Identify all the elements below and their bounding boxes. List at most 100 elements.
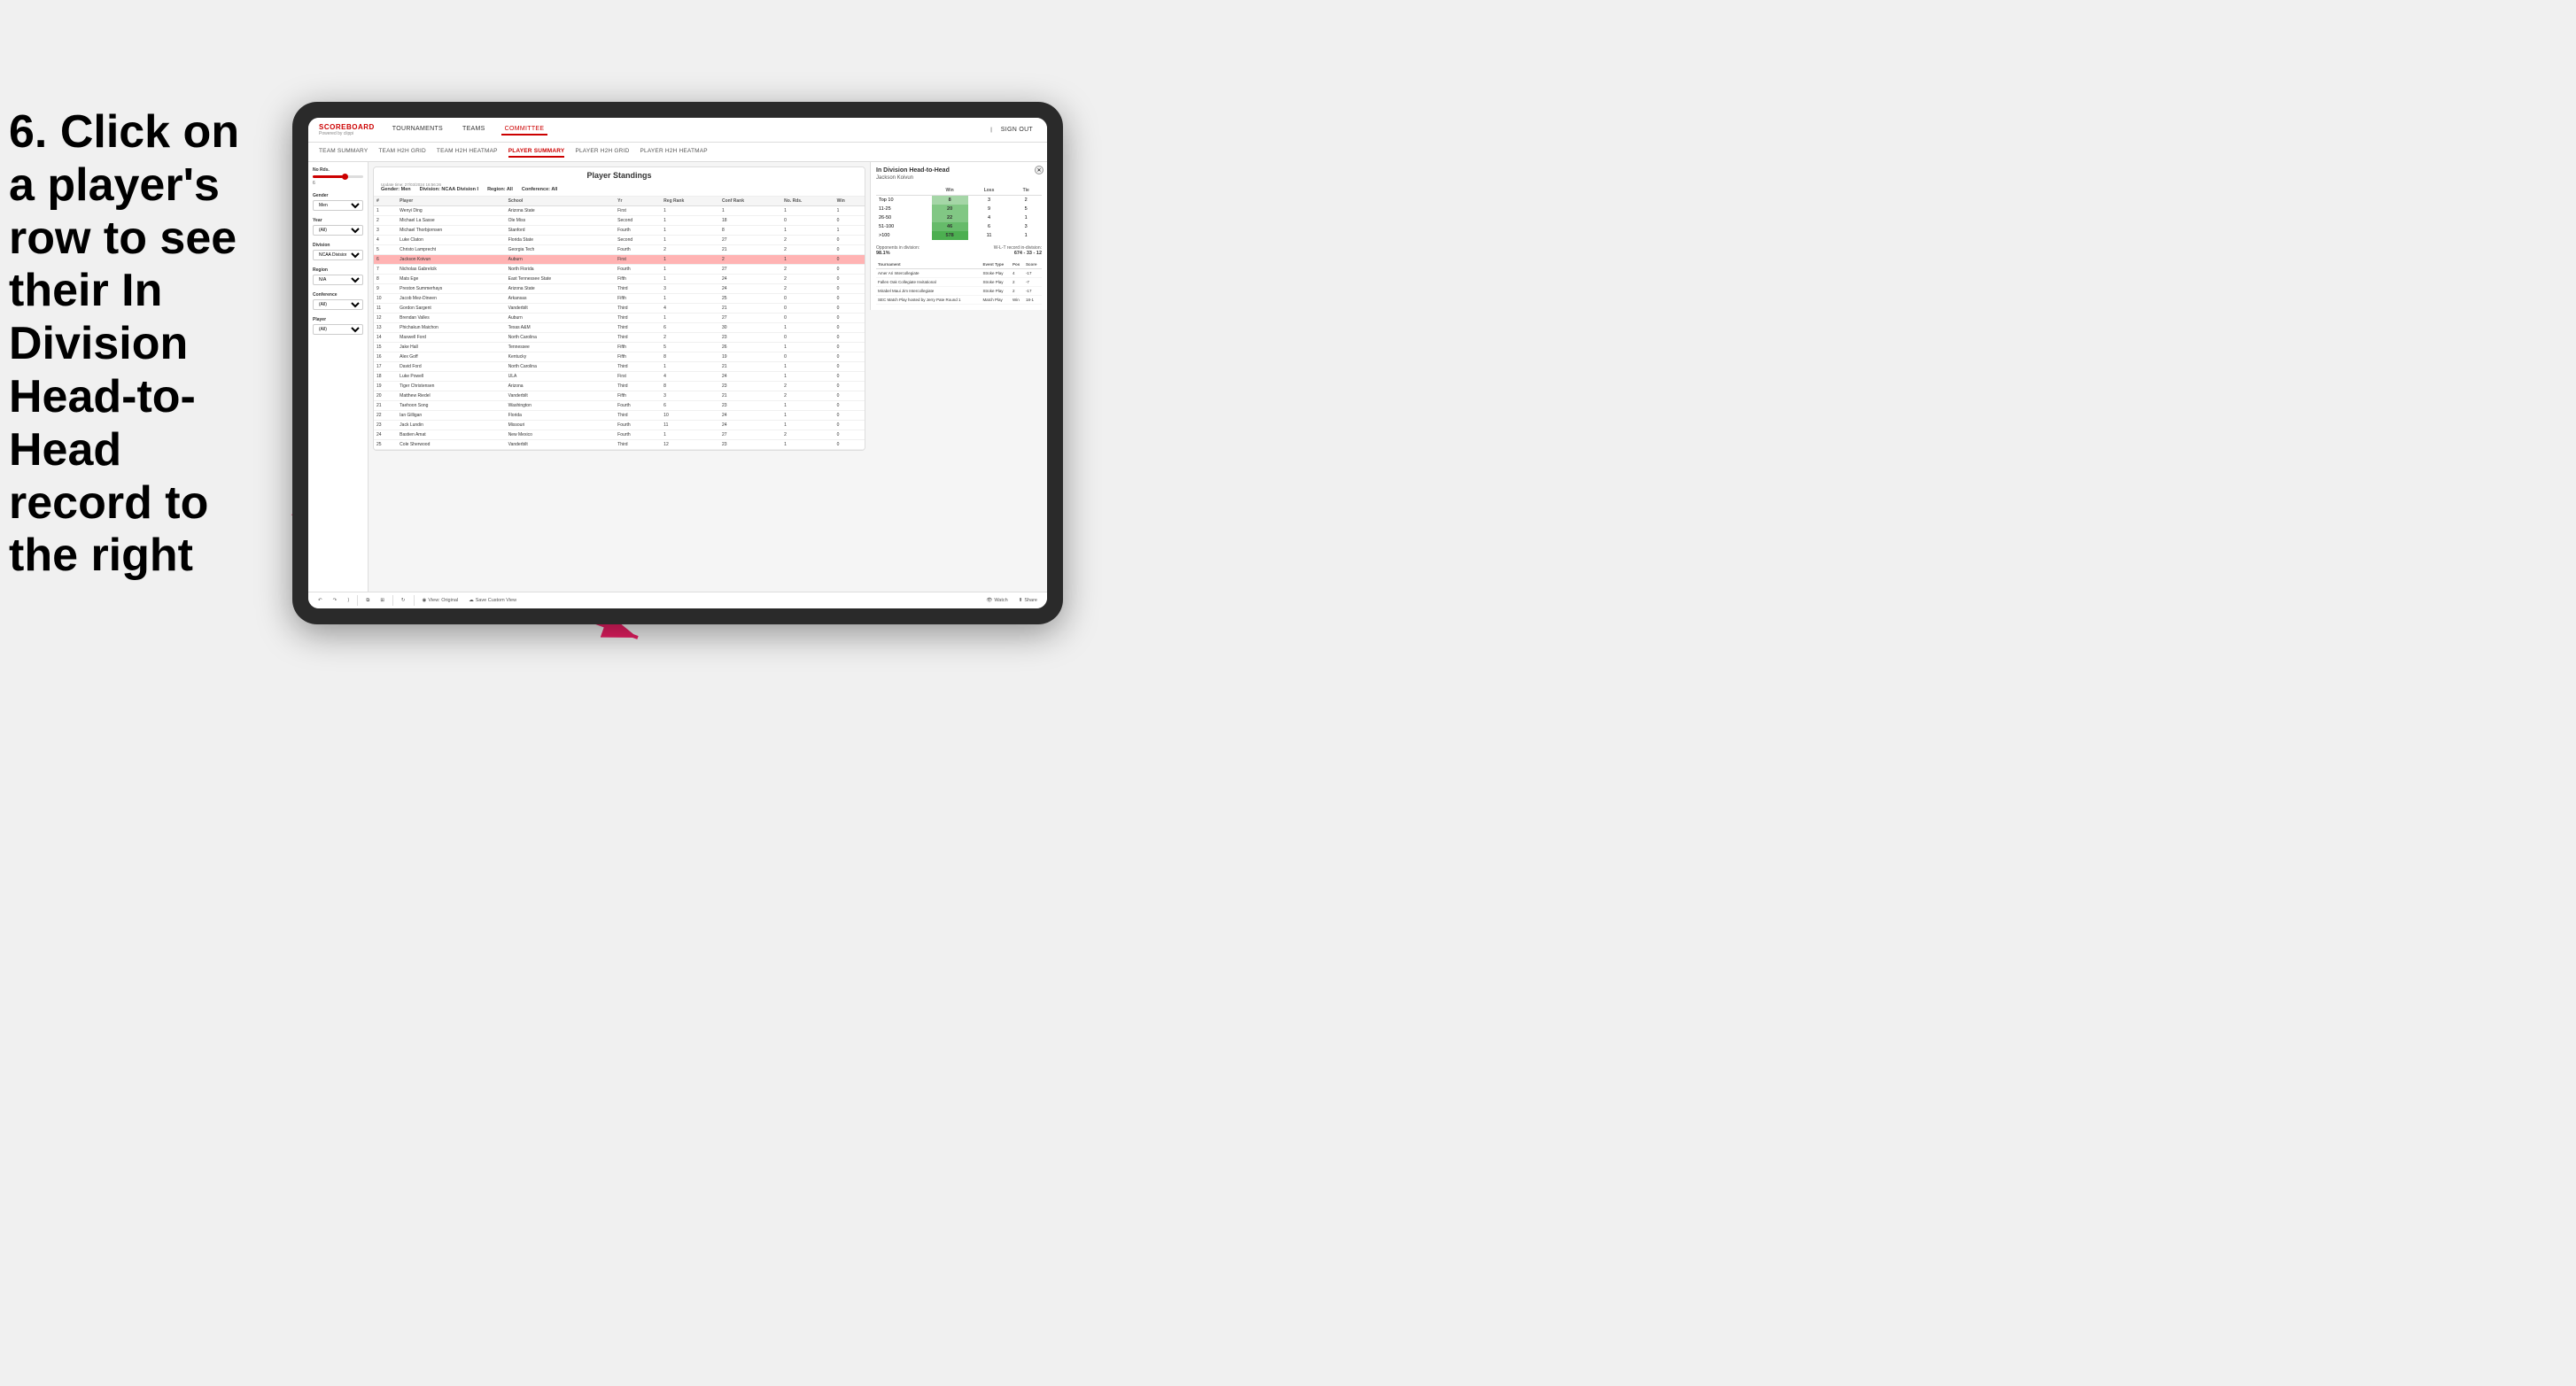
- list-item[interactable]: Mirabel Maui Jim Intercollegiate Stroke …: [876, 287, 1042, 296]
- table-row[interactable]: 51-100 46 6 3: [876, 222, 1042, 231]
- cell-num: 22: [374, 411, 397, 421]
- cell-reg: 1: [661, 236, 719, 245]
- table-row[interactable]: 2 Michael La Sasse Ole Miss Second 1 18 …: [374, 216, 865, 226]
- table-row[interactable]: 19 Tiger Christensen Arizona Third 8 23 …: [374, 382, 865, 391]
- year-select[interactable]: (All): [313, 225, 363, 236]
- undo-button[interactable]: ↶: [315, 597, 325, 604]
- paste-button[interactable]: ⊞: [377, 597, 387, 604]
- redo-button[interactable]: ↷: [330, 597, 340, 604]
- forward-button[interactable]: ⟩: [345, 597, 352, 604]
- h2h-panel-wrapper: ✕ In Division Head-to-Head Jackson Koivu…: [870, 162, 1047, 592]
- cell-reg: 8: [661, 382, 719, 391]
- table-row[interactable]: 24 Bastien Amat New Mexico Fourth 1 27 2…: [374, 430, 865, 440]
- sub-nav-team-summary[interactable]: TEAM SUMMARY: [319, 146, 368, 158]
- h2h-col-win: Win: [932, 186, 968, 196]
- main-content: No Rds. 6 Gender Men: [308, 162, 1047, 592]
- table-row[interactable]: 9 Preston Summerhays Arizona State Third…: [374, 284, 865, 294]
- cell-reg: 2: [661, 245, 719, 255]
- table-row[interactable]: 10 Jacob Mez-Dineen Arkansas Fifth 1 25 …: [374, 294, 865, 304]
- table-row[interactable]: 8 Mats Ege East Tennessee State Fifth 1 …: [374, 275, 865, 284]
- cell-school: Vanderbilt: [506, 440, 616, 450]
- list-item[interactable]: Amer Ari Intercollegiate Stroke Play 4 -…: [876, 269, 1042, 278]
- table-row[interactable]: 18 Luke Powell ULA First 4 24 1 0: [374, 372, 865, 382]
- table-row[interactable]: 15 Jake Hall Tennessee Fifth 5 26 1 0: [374, 343, 865, 352]
- division-select[interactable]: NCAA Division I: [313, 250, 363, 260]
- table-row[interactable]: 14 Maxwell Ford North Carolina Third 2 2…: [374, 333, 865, 343]
- table-row[interactable]: 22 Ian Gilligan Florida Third 10 24 1 0: [374, 411, 865, 421]
- sub-nav-player-h2h-grid[interactable]: PLAYER H2H GRID: [575, 146, 629, 158]
- sub-nav-player-summary[interactable]: PLAYER SUMMARY: [508, 146, 565, 158]
- cell-yr: Second: [615, 216, 661, 226]
- table-row[interactable]: 16 Alex Goff Kentucky Fifth 8 19 0 0: [374, 352, 865, 362]
- cell-conf: 21: [719, 304, 781, 314]
- col-reg-rank: Reg Rank: [661, 197, 719, 206]
- cell-num: 12: [374, 314, 397, 323]
- col-yr: Yr: [615, 197, 661, 206]
- list-item[interactable]: Fallen Oak Collegiate Invitational Strok…: [876, 278, 1042, 287]
- region-select[interactable]: N/A: [313, 275, 363, 285]
- table-row[interactable]: 6 Jackson Koivun Auburn First 1 2 1 0: [374, 255, 865, 265]
- slider-container[interactable]: [313, 175, 363, 178]
- cell-player: Michael Thorbjornsen: [397, 226, 505, 236]
- table-row[interactable]: 17 David Ford North Carolina Third 1 21 …: [374, 362, 865, 372]
- cell-num: 1: [374, 206, 397, 216]
- cell-rds: 2: [781, 382, 834, 391]
- cell-reg: 1: [661, 294, 719, 304]
- table-row[interactable]: 23 Jack Lundin Missouri Fourth 11 24 1 0: [374, 421, 865, 430]
- cell-num: 8: [374, 275, 397, 284]
- save-custom-button[interactable]: ☁ Save Custom View: [466, 597, 519, 604]
- table-row[interactable]: 12 Brendan Valles Auburn Third 1 27 0 0: [374, 314, 865, 323]
- watch-button[interactable]: 👁 Watch: [983, 597, 1010, 604]
- cell-school: Auburn: [506, 314, 616, 323]
- cell-win: 0: [834, 343, 865, 352]
- nav-committee[interactable]: COMMITTEE: [501, 124, 548, 136]
- player-select[interactable]: (All): [313, 324, 363, 335]
- cell-conf: 2: [719, 255, 781, 265]
- filter-gender: Gender Men: [313, 193, 363, 211]
- table-row[interactable]: 3 Michael Thorbjornsen Stanford Fourth 1…: [374, 226, 865, 236]
- nav-teams[interactable]: TEAMS: [459, 124, 489, 136]
- table-row[interactable]: 20 Matthew Riedel Vanderbilt Fifth 3 21 …: [374, 391, 865, 401]
- table-row[interactable]: >100 578 11 1: [876, 231, 1042, 240]
- table-row[interactable]: 7 Nicholas Gabrelcik North Florida Fourt…: [374, 265, 865, 275]
- sign-out-button[interactable]: Sign out: [997, 125, 1036, 135]
- tie-cell: 1: [1010, 213, 1042, 222]
- table-row[interactable]: Top 10 8 3 2: [876, 196, 1042, 205]
- slider-thumb[interactable]: [342, 174, 348, 180]
- view-original-button[interactable]: ◉ View: Original: [420, 597, 462, 604]
- table-row[interactable]: 13 Phichakun Maichon Texas A&M Third 6 3…: [374, 323, 865, 333]
- list-item[interactable]: SEC Match Play hosted by Jerry Pate Roun…: [876, 296, 1042, 305]
- cell-win: 0: [834, 411, 865, 421]
- table-row[interactable]: 26-50 22 4 1: [876, 213, 1042, 222]
- cell-yr: Fifth: [615, 275, 661, 284]
- sub-nav-player-h2h-heatmap[interactable]: PLAYER H2H HEATMAP: [640, 146, 707, 158]
- cell-win: 0: [834, 372, 865, 382]
- standings-header: Player Standings Update time: 27/03/2024…: [374, 167, 865, 197]
- share-button[interactable]: ⬆ Share: [1016, 597, 1040, 604]
- nav-tournaments[interactable]: TOURNAMENTS: [389, 124, 446, 136]
- table-row[interactable]: 5 Christo Lamprecht Georgia Tech Fourth …: [374, 245, 865, 255]
- h2h-table: Win Loss Tie Top 10 8 3 2: [876, 186, 1042, 240]
- sub-nav-team-h2h-heatmap[interactable]: TEAM H2H HEATMAP: [437, 146, 498, 158]
- sub-nav-team-h2h-grid[interactable]: TEAM H2H GRID: [378, 146, 426, 158]
- cell-conf: 24: [719, 411, 781, 421]
- refresh-button[interactable]: ↻: [399, 597, 408, 604]
- cell-player: Phichakun Maichon: [397, 323, 505, 333]
- conference-select[interactable]: (All): [313, 299, 363, 310]
- copy-button[interactable]: ⧉: [363, 597, 372, 605]
- instruction-text: 6. Click on a player's row to see their …: [0, 106, 275, 583]
- table-row[interactable]: 25 Cole Sherwood Vanderbilt Third 12 23 …: [374, 440, 865, 450]
- cell-conf: 23: [719, 440, 781, 450]
- table-row[interactable]: 4 Luke Claton Florida State Second 1 27 …: [374, 236, 865, 245]
- h2h-close-button[interactable]: ✕: [1035, 166, 1044, 174]
- table-row[interactable]: 21 Taehoon Song Washington Fourth 6 23 1…: [374, 401, 865, 411]
- table-row[interactable]: 11 Gordon Sargent Vanderbilt Third 4 21 …: [374, 304, 865, 314]
- cell-win: 0: [834, 352, 865, 362]
- share-icon: ⬆: [1019, 598, 1023, 603]
- cell-reg: 12: [661, 440, 719, 450]
- gender-select[interactable]: Men: [313, 200, 363, 211]
- table-row[interactable]: 11-25 20 9 5: [876, 205, 1042, 213]
- table-row[interactable]: 1 Wenyi Ding Arizona State First 1 1 1 1: [374, 206, 865, 216]
- cell-reg: 2: [661, 333, 719, 343]
- cell-player: Bastien Amat: [397, 430, 505, 440]
